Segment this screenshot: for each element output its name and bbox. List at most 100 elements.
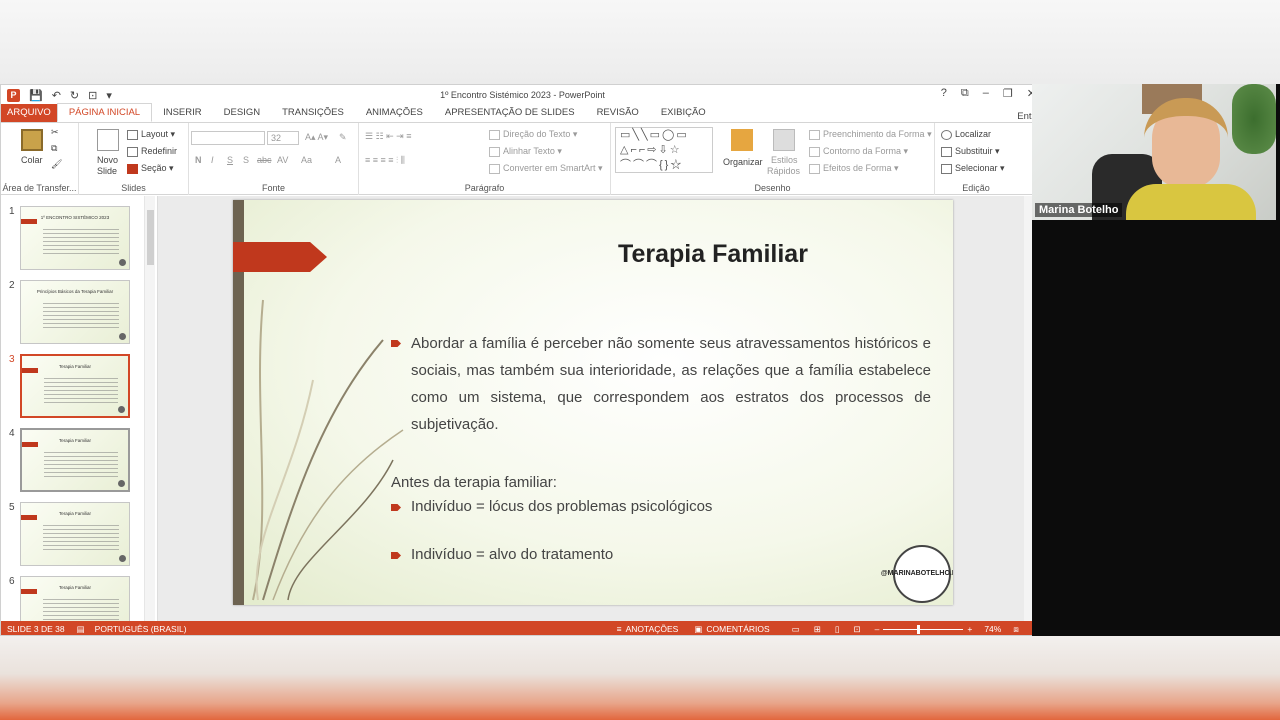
start-slideshow-icon[interactable]: ⊡: [88, 89, 97, 102]
shape-fill-button[interactable]: Preenchimento da Forma ▾: [809, 129, 932, 140]
paste-icon[interactable]: [21, 129, 43, 151]
shape-effects-button[interactable]: Efeitos de Forma ▾: [809, 163, 899, 174]
tab-revisao[interactable]: REVISÃO: [586, 104, 650, 122]
slide-thumbnail[interactable]: Princípios Básicos da Terapia Familiar: [20, 280, 130, 344]
background-bottom: [0, 636, 1280, 720]
customize-toolbar-icon[interactable]: ▾: [106, 89, 112, 102]
strikethrough-button[interactable]: abc: [257, 155, 272, 165]
grow-font-icon[interactable]: A▴ A▾: [305, 132, 328, 143]
spellcheck-icon[interactable]: ▤: [77, 624, 85, 635]
fit-to-window-icon[interactable]: ⧈: [1013, 624, 1018, 635]
font-size-field[interactable]: 32: [267, 131, 299, 145]
notes-button[interactable]: ANOTAÇÕES: [626, 624, 679, 634]
thumbnail-flag: [21, 219, 37, 224]
undo-icon[interactable]: ↶: [52, 89, 61, 102]
align-icons[interactable]: ≡ ≡ ≡ ≡ ⫶ ⫼: [365, 155, 405, 166]
shape-outline-button[interactable]: Contorno da Forma ▾: [809, 146, 908, 157]
reading-view-icon[interactable]: ▯: [835, 624, 840, 635]
thumbnail-flag: [22, 368, 38, 373]
new-slide-label-2[interactable]: Slide: [97, 166, 117, 176]
zoom-slider-thumb[interactable]: [917, 624, 921, 634]
copy-icon[interactable]: ⧉: [51, 143, 57, 154]
tab-animacoes[interactable]: ANIMAÇÕES: [355, 104, 434, 122]
participant-name: Marina Botelho: [1035, 203, 1123, 217]
redo-icon[interactable]: ↻: [70, 89, 79, 102]
slide-thumbnail[interactable]: Terapia Familiar: [20, 502, 130, 566]
section-button[interactable]: Seção ▾: [127, 163, 174, 174]
scrollbar-thumb[interactable]: [147, 210, 154, 265]
help-button[interactable]: ?: [941, 87, 947, 100]
replace-button[interactable]: Substituir ▾: [941, 146, 1000, 157]
zoom-slider[interactable]: [883, 624, 964, 634]
tab-design[interactable]: DESIGN: [213, 104, 271, 122]
arrange-button[interactable]: Organizar: [723, 157, 763, 167]
person-hair-image: [1144, 98, 1228, 168]
quick-styles-label-2[interactable]: Rápidos: [767, 166, 800, 176]
find-label: Localizar: [955, 129, 992, 139]
change-case-button[interactable]: Aa: [301, 155, 312, 165]
thumbnail-title: Princípios Básicos da Terapia Familiar: [36, 289, 114, 294]
spacing-button[interactable]: AV: [277, 155, 288, 165]
title-bar: P 💾 ↶ ↻ ⊡ ▾ 1º Encontro Sistémico 2023 -…: [1, 85, 1044, 105]
arrange-icon[interactable]: [731, 129, 753, 151]
normal-view-icon[interactable]: ▭: [792, 624, 800, 635]
replace-icon: [941, 146, 952, 157]
zoom-level[interactable]: 74%: [984, 624, 1001, 634]
quick-styles-icon[interactable]: [773, 129, 795, 151]
clear-format-icon[interactable]: ✎: [339, 132, 347, 143]
tab-pagina-inicial[interactable]: PÁGINA INICIAL: [56, 103, 153, 122]
shapes-gallery[interactable]: ▭╲╲▭◯▭ △⌐⌐⇨⇩☆ ⌒⌒⌒{}☆: [615, 127, 713, 173]
reset-button[interactable]: Redefinir: [127, 146, 177, 157]
underline-button[interactable]: S: [227, 155, 233, 165]
comments-button[interactable]: COMENTÁRIOS: [706, 624, 769, 634]
cut-icon[interactable]: ✂: [51, 127, 59, 138]
find-button[interactable]: Localizar: [941, 129, 991, 140]
minimize-button[interactable]: –: [983, 87, 989, 100]
slideshow-icon[interactable]: ⊡: [854, 624, 861, 635]
format-painter-icon[interactable]: 🖌: [51, 159, 62, 170]
shadow-button[interactable]: S: [243, 155, 249, 165]
zoom-out-icon[interactable]: –: [875, 624, 880, 634]
thumbnail-lines: [43, 229, 119, 255]
new-slide-label-1[interactable]: Novo: [97, 155, 118, 165]
text-direction-button[interactable]: Direção do Texto ▾: [489, 129, 577, 140]
tab-arquivo[interactable]: ARQUIVO: [1, 104, 57, 122]
font-name-field[interactable]: [191, 131, 265, 145]
section-label: Seção: [141, 163, 167, 173]
paste-button[interactable]: Colar: [21, 155, 43, 165]
slide-thumbnail[interactable]: Terapia Familiar: [20, 428, 130, 492]
tab-transicoes[interactable]: TRANSIÇÕES: [271, 104, 355, 122]
current-slide[interactable]: Terapia Familiar Abordar a família é per…: [233, 200, 953, 605]
slide-thumbnail-selected[interactable]: Terapia Familiar: [20, 354, 130, 418]
webcam-video: Marina Botelho: [1032, 84, 1276, 220]
new-slide-icon[interactable]: [97, 129, 119, 151]
thumbnail-lines: [44, 378, 118, 404]
bold-button[interactable]: N: [195, 155, 202, 165]
thumbnail-seal-icon: [118, 480, 125, 487]
slide-count: SLIDE 3 DE 38: [7, 624, 65, 634]
thumbnails-scrollbar[interactable]: [144, 196, 155, 621]
shape-effects-label: Efeitos de Forma: [823, 163, 892, 173]
slide-thumbnail[interactable]: 1º ENCONTRO SISTÊMICO 2023: [20, 206, 130, 270]
tab-inserir[interactable]: INSERIR: [152, 104, 213, 122]
maximize-button[interactable]: ❐: [1003, 87, 1013, 100]
smartart-button[interactable]: Converter em SmartArt ▾: [489, 163, 603, 174]
slide-sorter-icon[interactable]: ⊞: [814, 624, 821, 635]
paragraph-label: Parágrafo: [464, 183, 505, 193]
find-icon: [941, 129, 952, 140]
italic-button[interactable]: I: [211, 155, 214, 165]
tab-exibicao[interactable]: EXIBIÇÃO: [650, 104, 717, 122]
tab-apresentacao[interactable]: APRESENTAÇÃO DE SLIDES: [434, 104, 586, 122]
select-button[interactable]: Selecionar ▾: [941, 163, 1005, 174]
ribbon-display-button[interactable]: ⧉: [961, 87, 969, 100]
ribbon-tabs: ARQUIVO PÁGINA INICIAL INSERIR DESIGN TR…: [1, 103, 1044, 123]
quick-styles-label-1[interactable]: Estilos: [771, 155, 798, 165]
layout-button[interactable]: Layout ▾: [127, 129, 175, 140]
bullets-icon[interactable]: ☰ ☷ ⇤ ⇥ ≡: [365, 131, 411, 142]
save-icon[interactable]: 💾: [29, 89, 43, 102]
font-color-button[interactable]: A: [335, 155, 341, 165]
slide-bullet-2-row: Indivíduo = alvo do tratamento: [391, 546, 931, 563]
zoom-in-icon[interactable]: +: [967, 624, 972, 634]
align-text-button[interactable]: Alinhar Texto ▾: [489, 146, 562, 157]
language[interactable]: PORTUGUÊS (BRASIL): [95, 624, 187, 634]
